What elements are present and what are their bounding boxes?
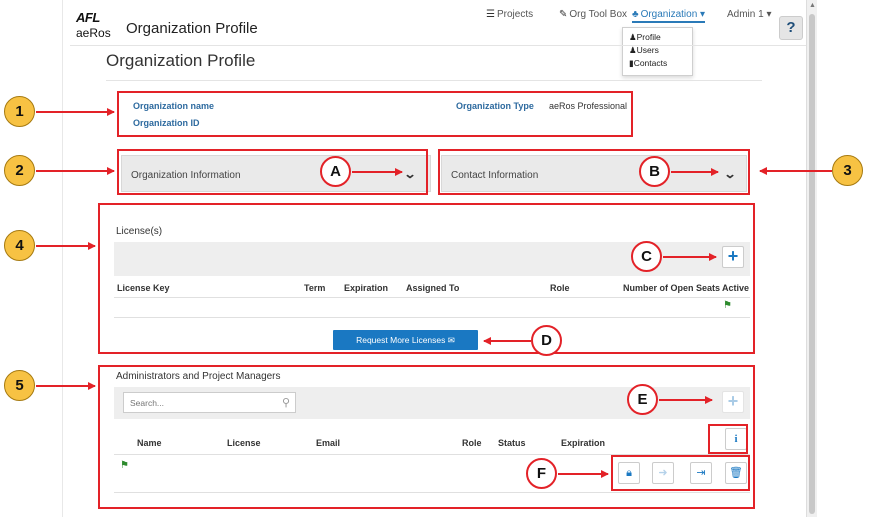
- nav-admin-menu[interactable]: Admin 1 ▾: [727, 9, 772, 20]
- scroll-up-icon[interactable]: ▲: [809, 2, 816, 9]
- aeros-logo: aeRos: [76, 26, 111, 40]
- list-icon: ☰: [486, 9, 495, 20]
- callout-d: D: [531, 325, 562, 356]
- annotation-box-2: [117, 149, 428, 195]
- header-title: Organization Profile: [126, 20, 258, 37]
- organization-dropdown-menu: ♟Profile ♟Users ▮Contacts: [622, 27, 693, 76]
- nav-organization[interactable]: ♣ Organization ▾: [632, 9, 706, 23]
- help-button[interactable]: ?: [779, 16, 803, 40]
- callout-4: 4: [4, 230, 35, 261]
- callout-5: 5: [4, 370, 35, 401]
- callout-b: B: [639, 156, 670, 187]
- users-icon: ♟: [629, 45, 637, 55]
- callout-1: 1: [4, 96, 35, 127]
- callout-2: 2: [4, 155, 35, 186]
- wrench-icon: ✎: [559, 9, 568, 20]
- callout-f: F: [526, 458, 557, 489]
- user-icon: ♟: [629, 32, 637, 42]
- caret-down-icon: ▾: [700, 9, 706, 20]
- title-divider: [106, 80, 762, 81]
- menu-item-contacts[interactable]: ▮Contacts: [623, 57, 692, 70]
- nav-projects[interactable]: ☰ Projects: [486, 9, 533, 20]
- nav-org-tool-box[interactable]: ✎ Org Tool Box: [559, 9, 627, 20]
- header-divider: [70, 45, 806, 46]
- callout-3: 3: [832, 155, 863, 186]
- sitemap-icon: ♣: [632, 9, 639, 20]
- annotation-box-3: [438, 149, 750, 195]
- afl-logo: AFL: [76, 10, 100, 25]
- annotation-box-4: [98, 203, 755, 354]
- caret-down-icon: ▾: [766, 9, 772, 20]
- annotation-box-1: [117, 91, 633, 137]
- callout-a: A: [320, 156, 351, 187]
- callout-e: E: [627, 384, 658, 415]
- scrollbar-thumb[interactable]: [809, 14, 815, 514]
- menu-item-profile[interactable]: ♟Profile: [623, 28, 692, 44]
- annotation-box-f: [611, 455, 750, 491]
- annotation-box-info: [708, 424, 748, 454]
- scrollbar[interactable]: ▲: [806, 0, 817, 517]
- callout-c: C: [631, 241, 662, 272]
- page-title: Organization Profile: [106, 51, 256, 70]
